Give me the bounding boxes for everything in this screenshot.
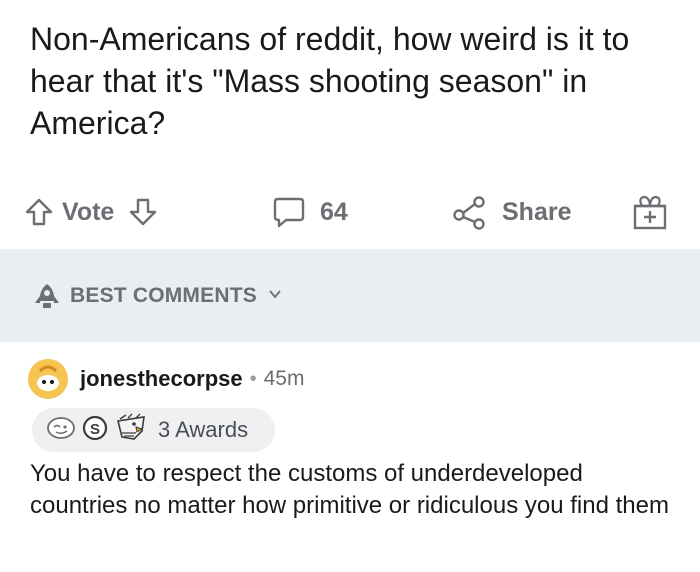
comment-time: 45m: [263, 367, 305, 390]
post-action-bar: Vote 64 Share: [0, 188, 700, 236]
award-eagle-icon: [114, 413, 148, 448]
avatar[interactable]: [28, 359, 68, 399]
award-silver-icon: S: [82, 415, 108, 446]
meta-separator: •: [249, 367, 257, 390]
arrow-down-icon[interactable]: [128, 197, 158, 227]
comment-bubble-icon: [272, 195, 306, 229]
post-title: Non-Americans of reddit, how weird is it…: [30, 21, 630, 141]
vote-label: Vote: [62, 197, 115, 226]
share-label: Share: [502, 197, 572, 226]
rocket-icon: [32, 281, 62, 311]
comment-body: You have to respect the customs of under…: [30, 460, 669, 519]
share-button[interactable]: Share: [452, 188, 571, 236]
vote-group: Vote: [24, 188, 158, 236]
comments-button[interactable]: 64: [272, 188, 348, 236]
comment-sort-bar: BEST COMMENTS: [0, 249, 700, 342]
svg-text:S: S: [90, 421, 100, 438]
share-icon: [452, 194, 488, 230]
awards-count-label: 3 Awards: [158, 417, 249, 442]
arrow-up-icon[interactable]: [24, 197, 54, 227]
comment-username[interactable]: jonesthecorpse: [80, 366, 243, 392]
comment-count: 64: [320, 197, 348, 226]
comment-header: jonesthecorpse • 45m: [28, 358, 304, 400]
chevron-down-icon: [267, 286, 283, 307]
award-emoji-icon: [46, 413, 76, 448]
awards-pill[interactable]: S 3 Awards: [32, 408, 275, 452]
gift-icon: [630, 192, 670, 232]
award-button[interactable]: [630, 188, 670, 236]
sort-label: BEST COMMENTS: [70, 284, 257, 307]
sort-dropdown[interactable]: BEST COMMENTS: [32, 281, 283, 311]
